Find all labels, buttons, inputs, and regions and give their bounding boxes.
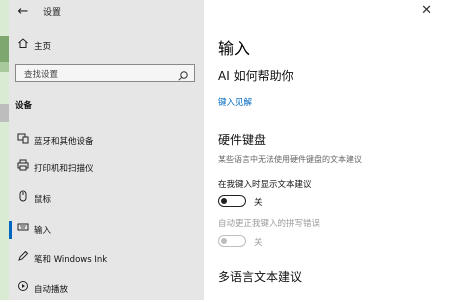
background-strip [0, 0, 9, 300]
bluetooth-devices-icon [15, 132, 31, 148]
sidebar-item-printers[interactable]: 打印机和扫描仪 [9, 155, 204, 181]
keyboard-icon [15, 221, 31, 237]
search-icon [177, 67, 189, 81]
sidebar-item-label: 笔和 Windows Ink [34, 255, 108, 265]
autocorrect-label: 自动更正我键入的拼写错误 [218, 219, 321, 229]
sidebar-item-input[interactable]: 输入 [9, 217, 204, 243]
toggle-state: 关 [254, 238, 263, 248]
hardware-keyboard-description: 某些语言中无法使用硬件键盘的文本建议 [218, 155, 362, 164]
pen-icon [15, 250, 31, 266]
multilingual-heading: 多语言文本建议 [218, 270, 303, 284]
printer-icon [15, 159, 31, 175]
page-title: 输入 [218, 39, 251, 58]
typing-insights-link[interactable]: 键入见解 [218, 96, 252, 108]
background-decoration [0, 62, 9, 72]
toggle-knob [221, 197, 227, 204]
autoplay-icon [15, 280, 31, 296]
sidebar-item-label: 蓝牙和其他设备 [34, 137, 94, 147]
toggle-state: 关 [254, 198, 263, 208]
sidebar: ← 设置 主页 查找设置 设备 蓝牙和其他设备 打印机和扫描仪 鼠标 输入 笔和… [9, 0, 204, 300]
title-bar: ← 设置 [9, 0, 204, 26]
sidebar-item-mouse[interactable]: 鼠标 [9, 186, 204, 212]
sidebar-item-bluetooth[interactable]: 蓝牙和其他设备 [9, 128, 204, 154]
section-title: 设备 [15, 101, 33, 111]
sidebar-item-pen[interactable]: 笔和 Windows Ink [9, 246, 204, 272]
background-decoration [0, 36, 9, 62]
sidebar-item-home[interactable]: 主页 [9, 33, 204, 59]
main-content: ✕ 输入 AI 如何帮助你 键入见解 硬件键盘 某些语言中无法使用硬件键盘的文本… [204, 0, 450, 300]
sidebar-item-label: 打印机和扫描仪 [34, 164, 94, 174]
back-button[interactable]: ← [12, 2, 34, 22]
autocorrect-toggle[interactable] [218, 235, 246, 247]
show-suggestions-toggle[interactable] [218, 195, 246, 207]
sidebar-item-label: 输入 [34, 226, 52, 236]
sidebar-item-autoplay[interactable]: 自动播放 [9, 276, 204, 302]
mouse-icon [15, 190, 31, 206]
close-icon[interactable]: ✕ [421, 3, 432, 18]
ai-help-heading: AI 如何帮助你 [218, 69, 294, 83]
home-icon [15, 37, 31, 53]
sidebar-item-label: 主页 [34, 42, 52, 52]
back-arrow-icon: ← [17, 4, 29, 19]
show-suggestions-label: 在我键入时显示文本建议 [218, 180, 312, 190]
search-placeholder: 查找设置 [24, 70, 59, 80]
background-decoration [0, 104, 9, 122]
search-input[interactable]: 查找设置 [15, 64, 195, 82]
hardware-keyboard-heading: 硬件键盘 [218, 133, 267, 147]
sidebar-item-label: 自动播放 [34, 285, 69, 295]
window-title: 设置 [43, 8, 62, 18]
sidebar-item-label: 鼠标 [34, 195, 52, 205]
toggle-knob [221, 237, 227, 244]
